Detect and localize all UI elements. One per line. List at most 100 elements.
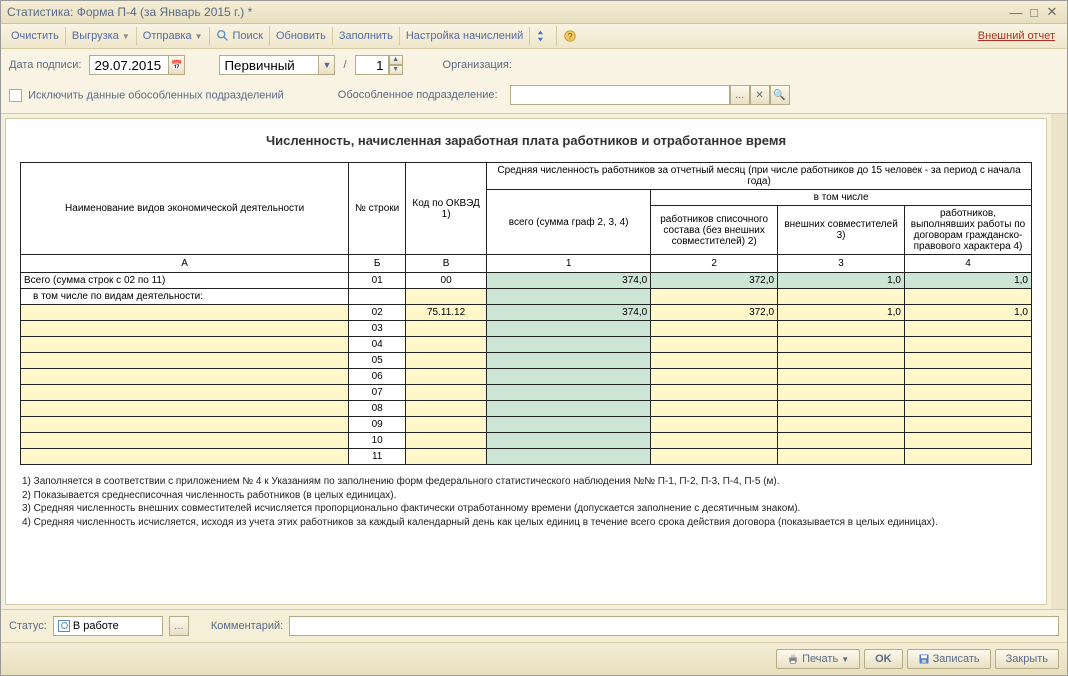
header-letter-a: А xyxy=(21,255,349,273)
title-bar: Статистика: Форма П-4 (за Январь 2015 г.… xyxy=(1,1,1067,24)
header-row-no: № строки xyxy=(349,163,406,255)
org-label: Организация: xyxy=(443,59,512,71)
help-button[interactable]: ? xyxy=(557,26,583,46)
status-value: В работе xyxy=(73,620,119,632)
subdivision-search-button[interactable]: 🔍 xyxy=(770,85,790,105)
header-col3: внешних совместителей 3) xyxy=(778,206,905,255)
totals-v3: 1,0 xyxy=(778,273,905,289)
header-num-4: 4 xyxy=(905,255,1032,273)
external-report-link[interactable]: Внешний отчет xyxy=(978,30,1063,42)
status-field[interactable]: В работе xyxy=(53,616,163,636)
footnote-4: 4) Средняя численность исчисляется, исхо… xyxy=(22,516,1030,530)
fill-button[interactable]: Заполнить xyxy=(333,27,400,45)
sort-icon xyxy=(536,29,550,43)
close-button[interactable]: Закрыть xyxy=(995,649,1059,669)
table-row[interactable]: 03 xyxy=(21,321,1032,337)
save-button[interactable]: Записать xyxy=(907,649,991,669)
svg-text:?: ? xyxy=(568,32,573,42)
bottom-bar: Печать▼ OK Записать Закрыть xyxy=(1,642,1067,675)
data-v4-02[interactable]: 1,0 xyxy=(905,305,1032,321)
refresh-button[interactable]: Обновить xyxy=(270,27,333,45)
header-name: Наименование видов экономической деятель… xyxy=(21,163,349,255)
maximize-button[interactable]: □ xyxy=(1025,4,1043,20)
table-row[interactable]: 07 xyxy=(21,385,1032,401)
header-letter-b: Б xyxy=(349,255,406,273)
table-row[interactable]: 10 xyxy=(21,433,1032,449)
data-v2-02[interactable]: 372,0 xyxy=(651,305,778,321)
subdivision-input[interactable] xyxy=(510,85,730,105)
footnote-2: 2) Показывается среднесписочная численно… xyxy=(22,489,1030,503)
table-row[interactable]: 05 xyxy=(21,353,1032,369)
footnote-3: 3) Средняя численность внешних совместит… xyxy=(22,502,1030,516)
exclude-checkbox[interactable] xyxy=(9,89,22,102)
document-area: Численность, начисленная заработная плат… xyxy=(1,114,1067,609)
vertical-scrollbar[interactable] xyxy=(1051,114,1067,609)
window-title: Статистика: Форма П-4 (за Январь 2015 г.… xyxy=(7,5,1007,19)
type-select[interactable] xyxy=(219,55,319,75)
subdivision-select-button[interactable]: … xyxy=(730,85,750,105)
totals-no: 01 xyxy=(349,273,406,289)
printer-icon xyxy=(787,653,799,665)
search-icon xyxy=(216,29,230,43)
document-title: Численность, начисленная заработная плат… xyxy=(20,125,1032,162)
totals-row[interactable]: Всего (сумма строк с 02 по 11) 01 00 374… xyxy=(21,273,1032,289)
print-button[interactable]: Печать▼ xyxy=(776,649,860,669)
totals-code: 00 xyxy=(406,273,487,289)
number-down-button[interactable]: ▼ xyxy=(389,65,403,75)
close-window-button[interactable]: ✕ xyxy=(1043,4,1061,20)
document-scroll[interactable]: Численность, начисленная заработная плат… xyxy=(5,118,1047,605)
data-no-02: 02 xyxy=(349,305,406,321)
table-row[interactable]: 04 xyxy=(21,337,1032,353)
header-num-3: 3 xyxy=(778,255,905,273)
footnotes: 1) Заполняется в соответствии с приложен… xyxy=(20,465,1032,539)
status-icon xyxy=(58,620,70,632)
save-icon xyxy=(918,653,930,665)
data-v1-02: 374,0 xyxy=(487,305,651,321)
header-num-2: 2 xyxy=(651,255,778,273)
data-row-02[interactable]: 02 75.11.12 374,0 372,0 1,0 1,0 xyxy=(21,305,1032,321)
number-input[interactable] xyxy=(355,55,389,75)
data-name-02[interactable] xyxy=(21,305,349,321)
date-label: Дата подписи: xyxy=(9,59,81,71)
header-col4: работников, выполнявших работы по догово… xyxy=(905,206,1032,255)
comment-label: Комментарий: xyxy=(211,620,283,632)
table-row[interactable]: 08 xyxy=(21,401,1032,417)
status-select-button[interactable]: … xyxy=(169,616,189,636)
params-row-1: Дата подписи: 📅 ▼ / ▲ ▼ Организация: xyxy=(1,49,1067,81)
date-input[interactable] xyxy=(89,55,169,75)
search-button[interactable]: Поиск xyxy=(210,26,270,46)
table-row[interactable]: 06 xyxy=(21,369,1032,385)
number-up-button[interactable]: ▲ xyxy=(389,55,403,65)
sort-button[interactable] xyxy=(530,26,557,46)
subdivision-label: Обособленное подразделение: xyxy=(338,89,498,101)
subdivision-clear-button[interactable]: ✕ xyxy=(750,85,770,105)
send-button[interactable]: Отправка▼ xyxy=(137,27,210,45)
comment-input[interactable] xyxy=(289,616,1059,636)
header-num-1: 1 xyxy=(487,255,651,273)
minimize-button[interactable]: — xyxy=(1007,4,1025,20)
header-including: в том числе xyxy=(651,190,1032,206)
ok-button[interactable]: OK xyxy=(864,649,903,669)
data-v3-02[interactable]: 1,0 xyxy=(778,305,905,321)
header-code: Код по ОКВЭД 1) xyxy=(406,163,487,255)
settings-button[interactable]: Настройка начислений xyxy=(400,27,530,45)
main-toolbar: Очистить Выгрузка▼ Отправка▼ Поиск Обнов… xyxy=(1,24,1067,49)
table-row[interactable]: 09 xyxy=(21,417,1032,433)
data-code-02[interactable]: 75.11.12 xyxy=(406,305,487,321)
footnote-1: 1) Заполняется в соответствии с приложен… xyxy=(22,475,1030,489)
header-group: Средняя численность работников за отчетн… xyxy=(487,163,1032,190)
subtitle-cell: в том числе по видам деятельности: xyxy=(21,289,349,305)
table-row[interactable]: 11 xyxy=(21,449,1032,465)
totals-v1: 374,0 xyxy=(487,273,651,289)
help-icon: ? xyxy=(563,29,577,43)
type-dropdown-button[interactable]: ▼ xyxy=(319,55,335,75)
params-row-2: Исключить данные обособленных подразделе… xyxy=(1,81,1067,114)
status-bar: Статус: В работе … Комментарий: xyxy=(1,609,1067,642)
subtitle-row: в том числе по видам деятельности: xyxy=(21,289,1032,305)
exclude-checkbox-wrap[interactable]: Исключить данные обособленных подразделе… xyxy=(9,89,284,102)
header-letter-v: В xyxy=(406,255,487,273)
date-picker-button[interactable]: 📅 xyxy=(169,55,185,75)
clear-button[interactable]: Очистить xyxy=(5,27,66,45)
export-button[interactable]: Выгрузка▼ xyxy=(66,27,137,45)
totals-name: Всего (сумма строк с 02 по 11) xyxy=(21,273,349,289)
